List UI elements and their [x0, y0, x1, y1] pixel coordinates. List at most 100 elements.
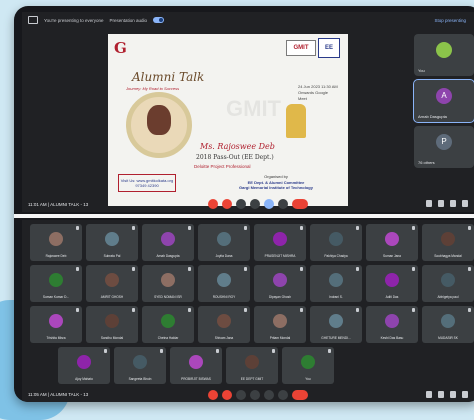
- raise-hand-icon[interactable]: [250, 199, 260, 209]
- participant-tile[interactable]: Sangeeta Bhuin: [114, 347, 166, 384]
- meeting-info-2: 11:05 AM | ALUMNI TALK - 13: [28, 392, 89, 397]
- participant-tile[interactable]: MUDASIR SK: [422, 306, 474, 343]
- participant-tile[interactable]: You: [282, 347, 334, 384]
- activities-icon[interactable]: [462, 391, 468, 398]
- avatar: [245, 355, 259, 369]
- chat-icon[interactable]: [450, 200, 456, 207]
- meet-control-bar-2: 11:05 AM | ALUMNI TALK - 13: [22, 388, 474, 402]
- others-count: 76 others: [418, 160, 435, 165]
- mic-muted-icon: [300, 226, 303, 230]
- more-options-icon[interactable]: [278, 199, 288, 209]
- participant-tile[interactable]: Abhigetya paul: [422, 265, 474, 302]
- mic-muted-icon: [468, 308, 471, 312]
- participant-tile[interactable]: Dipayan Ghosh: [254, 265, 306, 302]
- activities-icon[interactable]: [462, 200, 468, 207]
- mic-off-icon[interactable]: [208, 390, 218, 400]
- avatar: [105, 232, 119, 246]
- participant-tile[interactable]: Soubhagya Mandal: [422, 224, 474, 261]
- participant-name: Trishita Misra: [46, 336, 66, 340]
- participant-tile[interactable]: Pakhiya Chadya: [310, 224, 362, 261]
- present-icon[interactable]: [264, 390, 274, 400]
- avatar: [161, 232, 175, 246]
- participant-tile-active[interactable]: A Arnab Dasgupta: [413, 79, 474, 123]
- organiser-dept: EE Dept. & Alumni Committee: [247, 179, 305, 185]
- presentation-audio-toggle[interactable]: [153, 17, 165, 23]
- participant-tile[interactable]: Joyita Dana: [198, 224, 250, 261]
- mic-muted-icon: [132, 308, 135, 312]
- participant-name: Abhigetya paul: [437, 295, 459, 299]
- avatar: [161, 273, 175, 287]
- avatar: [273, 232, 287, 246]
- participant-tile[interactable]: Shivam Jana: [198, 306, 250, 343]
- camera-off-icon[interactable]: [222, 390, 232, 400]
- participant-tile[interactable]: Trishita Misra: [30, 306, 82, 343]
- participant-name: Suman Jana: [383, 254, 401, 258]
- avatar: [329, 314, 343, 328]
- mic-muted-icon: [300, 308, 303, 312]
- participant-tile[interactable]: EE DEPT GMIT: [226, 347, 278, 384]
- chat-icon[interactable]: [450, 391, 456, 398]
- end-call-icon[interactable]: [292, 390, 308, 400]
- info-icon[interactable]: [426, 200, 432, 207]
- participant-tile[interactable]: Ajoy Mahato: [58, 347, 110, 384]
- participant-tile[interactable]: Chetna Haldar: [142, 306, 194, 343]
- trophy-icon: [286, 104, 306, 138]
- participant-tile[interactable]: PROBIRJIT BISWAS: [170, 347, 222, 384]
- participant-tile[interactable]: PRASENJIT MISHRA: [254, 224, 306, 261]
- participant-tile[interactable]: Keshi Das Basu: [366, 306, 418, 343]
- avatar: [49, 232, 63, 246]
- present-icon[interactable]: [264, 199, 274, 209]
- mic-muted-icon: [188, 226, 191, 230]
- participant-tile[interactable]: Suman Jana: [366, 224, 418, 261]
- participant-tile[interactable]: SYED NOMAN ISR: [142, 265, 194, 302]
- avatar: [77, 355, 91, 369]
- avatar: [385, 273, 399, 287]
- mic-muted-icon: [76, 308, 79, 312]
- more-options-icon[interactable]: [278, 390, 288, 400]
- raise-hand-icon[interactable]: [250, 390, 260, 400]
- stop-presenting-button[interactable]: Stop presenting: [434, 18, 466, 23]
- participant-tile[interactable]: Pritam Mondal: [254, 306, 306, 343]
- participant-tile[interactable]: Aditi Das: [366, 265, 418, 302]
- camera-off-icon[interactable]: [222, 199, 232, 209]
- avatar: [133, 355, 147, 369]
- end-call-icon[interactable]: [292, 199, 308, 209]
- participant-tile[interactable]: GHETURE MENDI...: [310, 306, 362, 343]
- participant-name: Arnab Dasgupta: [156, 254, 180, 258]
- participant-tile[interactable]: Arnab Dasgupta: [142, 224, 194, 261]
- screen-divider: [14, 214, 474, 218]
- participant-tile[interactable]: Sandhu Mondal: [86, 306, 138, 343]
- participant-name: Sandhu Mondal: [100, 336, 124, 340]
- participant-name: Aditi Das: [385, 295, 399, 299]
- participant-name: PROBIRJIT BISWAS: [181, 377, 211, 381]
- participant-name: Pakhiya Chadya: [324, 254, 348, 258]
- captions-icon[interactable]: [236, 390, 246, 400]
- visit-info: Visit Us: www.gmitkolkata.org 97349 4239…: [118, 174, 176, 192]
- captions-icon[interactable]: [236, 199, 246, 209]
- participant-name: AMRIT GHOSH: [100, 295, 124, 299]
- participant-tile[interactable]: AMRIT GHOSH: [86, 265, 138, 302]
- participant-tile[interactable]: ROUSHNI ROY: [198, 265, 250, 302]
- avatar: [441, 273, 455, 287]
- participant-name: Shivam Jana: [214, 336, 234, 340]
- present-screen-icon: [28, 16, 38, 24]
- participant-tile[interactable]: Subrata Pal: [86, 224, 138, 261]
- avatar: [49, 314, 63, 328]
- participant-tile[interactable]: Suman Kumar D...: [30, 265, 82, 302]
- participant-name: Ajoy Mahato: [75, 377, 93, 381]
- avatar: [436, 42, 452, 58]
- others-tile[interactable]: P 76 others: [414, 126, 474, 168]
- speaker-role: Deloitte Project Professional: [194, 164, 251, 169]
- mic-muted-icon: [300, 267, 303, 271]
- participant-name: Subrata Pal: [103, 254, 121, 258]
- mic-off-icon[interactable]: [208, 199, 218, 209]
- mic-muted-icon: [244, 308, 247, 312]
- mic-muted-icon: [356, 308, 359, 312]
- participant-name: PRASENJIT MISHRA: [264, 254, 296, 258]
- participant-tile[interactable]: Indrani S.: [310, 265, 362, 302]
- participant-tile[interactable]: Rajoswee Deb: [30, 224, 82, 261]
- people-icon[interactable]: [438, 200, 444, 207]
- info-icon[interactable]: [426, 391, 432, 398]
- participant-tile-you[interactable]: You: [414, 34, 474, 76]
- people-icon[interactable]: [438, 391, 444, 398]
